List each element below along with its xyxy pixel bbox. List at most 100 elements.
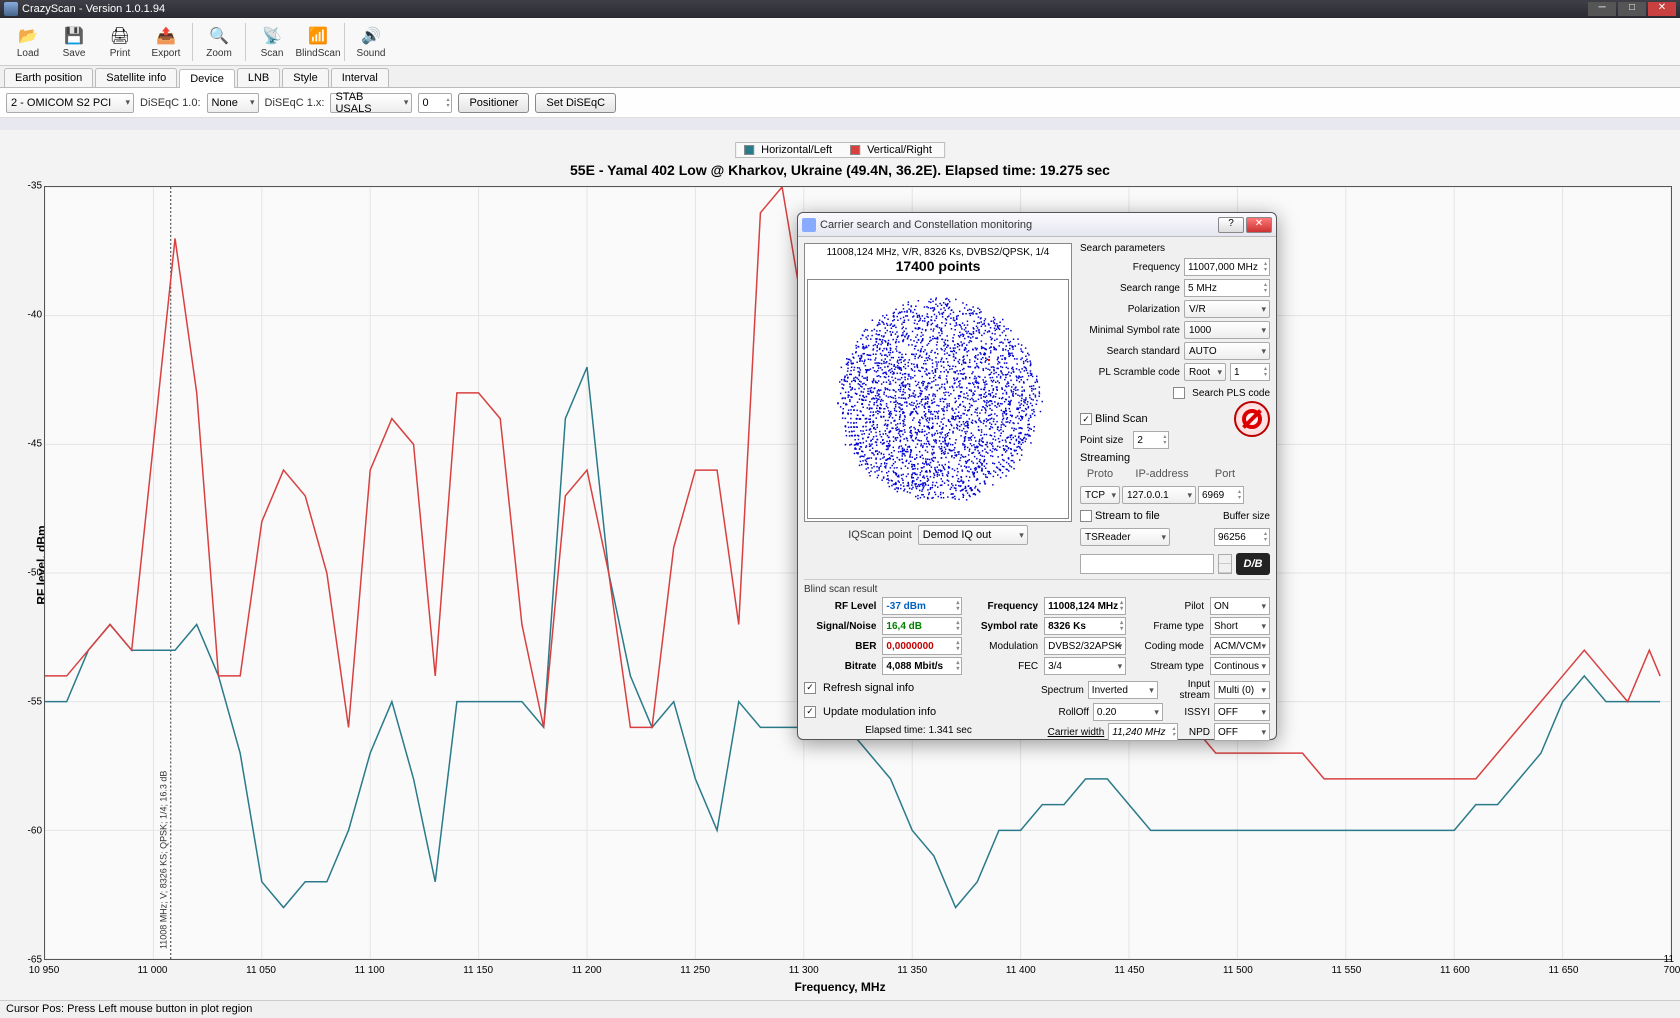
diseqc1x-combo[interactable]: STAB USALS [330, 93, 412, 113]
bitrate-value[interactable]: 4,088 Mbit/s [882, 657, 962, 675]
bufsize-input[interactable]: 96256 [1214, 528, 1270, 546]
x-tick: 11 050 [246, 965, 276, 976]
reader-combo[interactable]: TSReader [1080, 528, 1170, 546]
set-diseqc-button[interactable]: Set DiSEqC [535, 93, 616, 113]
issyi-combo[interactable]: OFF [1214, 703, 1270, 721]
proto-col: Proto [1080, 468, 1120, 480]
y-tick: -45 [24, 439, 42, 450]
load-button[interactable]: 📂Load [6, 20, 50, 64]
constellation-panel: 11008,124 MHz, V/R, 8326 Ks, DVBS2/QPSK,… [804, 243, 1072, 522]
blindscan-checkbox[interactable]: ✓ [1080, 413, 1092, 425]
ip-combo[interactable]: 127.0.0.1 [1122, 486, 1196, 504]
x-tick: 11 250 [680, 965, 710, 976]
mod-combo[interactable]: DVBS2/32APSK [1044, 637, 1126, 655]
spectrum-label: Spectrum [1041, 685, 1084, 696]
pointsize-input[interactable]: 2 [1133, 431, 1169, 449]
pilot-label: Pilot [1132, 601, 1204, 612]
fec-label: FEC [968, 661, 1038, 672]
print-button[interactable]: 🖨Print [98, 20, 142, 64]
refresh-checkbox[interactable]: ✓ [804, 682, 816, 694]
dialog-titlebar[interactable]: Carrier search and Constellation monitor… [798, 213, 1276, 237]
tab-interval[interactable]: Interval [331, 68, 389, 87]
search-pls-checkbox[interactable] [1173, 387, 1185, 399]
x-tick: 11 350 [897, 965, 927, 976]
legend-horizontal: Horizontal/Left [757, 144, 836, 156]
rflevel-value[interactable]: -37 dBm [882, 597, 962, 615]
close-button[interactable]: ✕ [1648, 2, 1676, 16]
freq-value[interactable]: 11008,124 MHz [1044, 597, 1126, 615]
codmode-combo[interactable]: ACM/VCM [1210, 637, 1270, 655]
print-icon: 🖨 [109, 25, 131, 47]
frametype-combo[interactable]: Short [1210, 617, 1270, 635]
svg-text:11008 MHz; V; 8326 KS; QPSK; 1: 11008 MHz; V; 8326 KS; QPSK; 1/4; 16.3 d… [159, 771, 169, 949]
blindscan-button[interactable]: 📶BlindScan [296, 20, 340, 64]
minsr-combo[interactable]: 1000 [1184, 321, 1270, 339]
iqscan-combo[interactable]: Demod IQ out [918, 525, 1028, 545]
sound-button[interactable]: 🔊Sound [349, 20, 393, 64]
ber-value[interactable]: 0,0000000 [882, 637, 962, 655]
dialog-icon [802, 218, 816, 232]
streamtype-combo[interactable]: Continous [1210, 657, 1270, 675]
x-tick: 11 150 [463, 965, 493, 976]
bitrate-label: Bitrate [804, 661, 876, 672]
proto-combo[interactable]: TCP [1080, 486, 1120, 504]
x-tick: 11 300 [789, 965, 819, 976]
dialog-close-button[interactable]: ✕ [1246, 217, 1272, 233]
inputstream-combo[interactable]: Multi (0) [1214, 681, 1270, 699]
maximize-button[interactable]: □ [1618, 2, 1646, 16]
x-tick: 11 500 [1223, 965, 1253, 976]
pls-value-input[interactable]: 1 [1230, 363, 1270, 381]
polarization-combo[interactable]: V/R [1184, 300, 1270, 318]
carrierw-label: Carrier width [1041, 727, 1104, 738]
device-bar: 2 - OMICOM S2 PCI DiSEqC 1.0: None DiSEq… [0, 88, 1680, 118]
sr-value[interactable]: 8326 Ks [1044, 617, 1126, 635]
chart-title: 55E - Yamal 402 Low @ Kharkov, Ukraine (… [0, 162, 1680, 178]
constel-info: 11008,124 MHz, V/R, 8326 Ks, DVBS2/QPSK,… [805, 247, 1071, 258]
minimize-button[interactable]: ─ [1588, 2, 1616, 16]
x-tick: 11 650 [1549, 965, 1579, 976]
position-number[interactable]: 0 [418, 93, 452, 113]
carrierw-value[interactable]: 11,240 MHz [1108, 723, 1178, 741]
codmode-label: Coding mode [1132, 641, 1204, 652]
positioner-button[interactable]: Positioner [458, 93, 529, 113]
dialog-help-button[interactable]: ? [1218, 217, 1244, 233]
range-input[interactable]: 5 MHz [1184, 279, 1270, 297]
blindscan-results: Blind scan result RF Level -37 dBm Frequ… [804, 579, 1270, 741]
y-tick: -55 [24, 697, 42, 708]
export-button[interactable]: 📤Export [144, 20, 188, 64]
device-combo[interactable]: 2 - OMICOM S2 PCI [6, 93, 134, 113]
tab-satellite-info[interactable]: Satellite info [95, 68, 177, 87]
scan-button[interactable]: 📡Scan [250, 20, 294, 64]
legend-vertical: Vertical/Right [863, 144, 936, 156]
zoom-button[interactable]: 🔍Zoom [197, 20, 241, 64]
stream-to-file-checkbox[interactable] [1080, 510, 1092, 522]
sr-label: Symbol rate [968, 621, 1038, 632]
pls-mode-combo[interactable]: Root [1184, 363, 1226, 381]
diseqc10-combo[interactable]: None [207, 93, 259, 113]
rolloff-combo[interactable]: 0.20 [1093, 703, 1163, 721]
x-tick: 11 200 [572, 965, 602, 976]
save-icon: 💾 [63, 25, 85, 47]
x-tick: 11 100 [355, 965, 385, 976]
tab-lnb[interactable]: LNB [237, 68, 280, 87]
pol-label: Polarization [1128, 304, 1180, 315]
pilot-combo[interactable]: ON [1210, 597, 1270, 615]
sn-value[interactable]: 16,4 dB [882, 617, 962, 635]
blindscan-label: Blind Scan [1095, 413, 1148, 425]
tab-earth-position[interactable]: Earth position [4, 68, 93, 87]
app-icon [4, 2, 18, 16]
spectrum-combo[interactable]: Inverted [1088, 681, 1158, 699]
standard-combo[interactable]: AUTO [1184, 342, 1270, 360]
stop-button[interactable] [1234, 401, 1270, 437]
npd-combo[interactable]: OFF [1214, 723, 1270, 741]
updmod-checkbox[interactable]: ✓ [804, 706, 816, 718]
zoom-icon: 🔍 [208, 25, 230, 47]
tab-device[interactable]: Device [179, 69, 235, 88]
frequency-input[interactable]: 11007,000 MHz [1184, 258, 1270, 276]
fec-combo[interactable]: 3/4 [1044, 657, 1126, 675]
port-input[interactable]: 6969 [1198, 486, 1244, 504]
pls-label: PL Scramble code [1099, 367, 1180, 378]
save-button[interactable]: 💾Save [52, 20, 96, 64]
tab-style[interactable]: Style [282, 68, 328, 87]
streamtype-label: Stream type [1132, 661, 1204, 672]
